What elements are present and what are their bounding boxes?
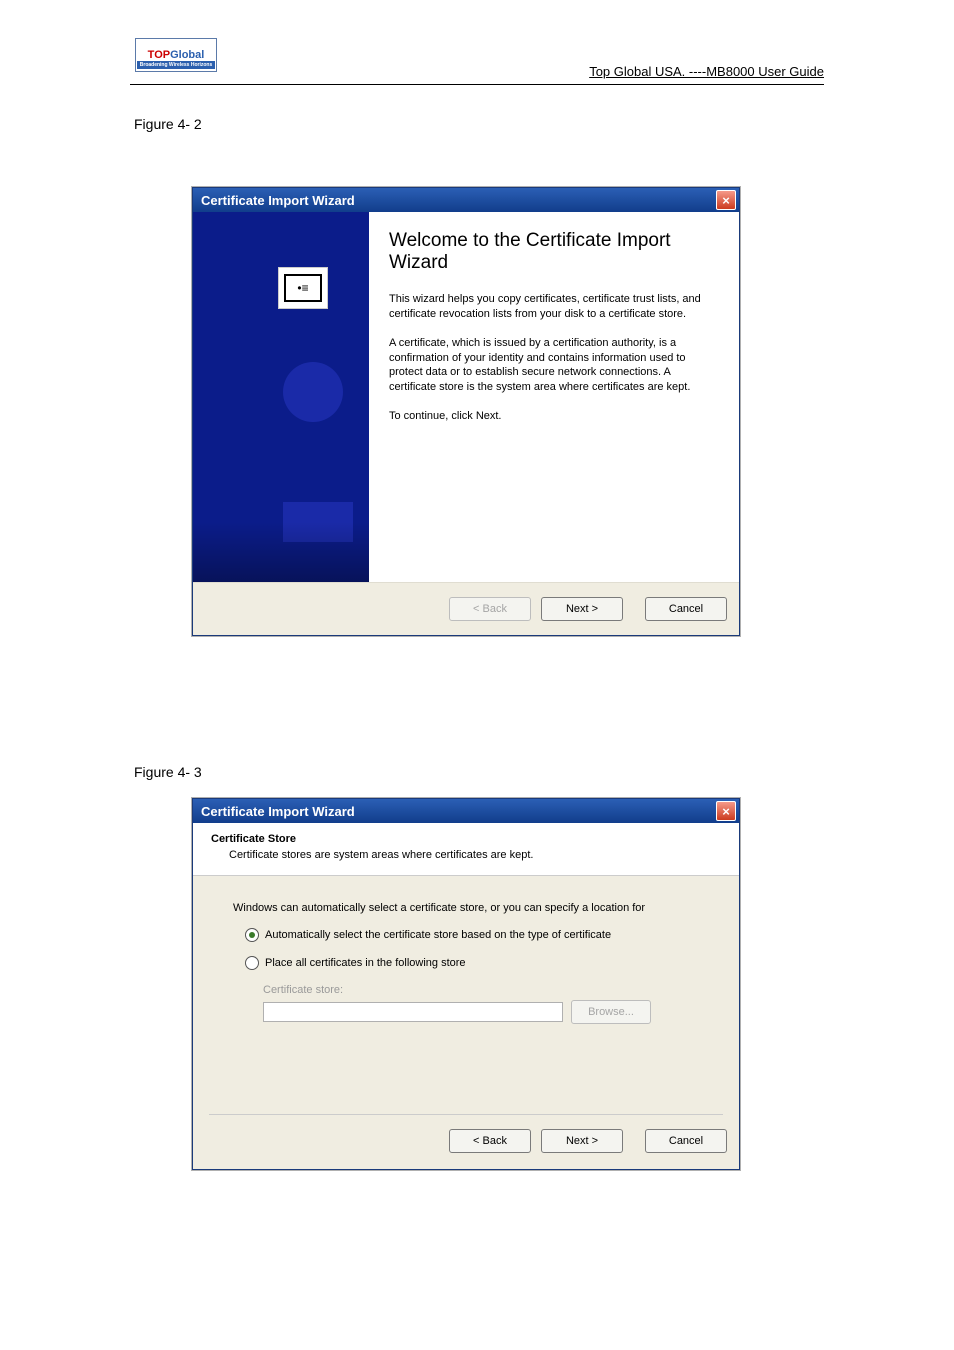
logo-top: TOP	[148, 49, 170, 61]
logo-tagline: Broadening Wireless Horizons	[137, 61, 215, 69]
section-title: Certificate Store	[211, 833, 721, 845]
welcome-p2: A certificate, which is issued by a cert…	[389, 336, 715, 395]
cert-store-label: Certificate store:	[263, 984, 699, 996]
radio-place-all[interactable]: Place all certificates in the following …	[245, 956, 699, 970]
welcome-p3: To continue, click Next.	[389, 409, 715, 424]
cert-wizard-welcome-dialog: Certificate Import Wizard × •≡ Welcome t…	[192, 187, 740, 636]
store-intro-text: Windows can automatically select a certi…	[233, 902, 699, 914]
close-icon: ×	[722, 805, 730, 818]
logo: TOPGlobal Broadening Wireless Horizons	[135, 38, 217, 72]
radio-icon-unselected	[245, 956, 259, 970]
cert-wizard-store-dialog: Certificate Import Wizard × Certificate …	[192, 798, 740, 1170]
browse-button: Browse...	[571, 1000, 651, 1024]
back-button: < Back	[449, 597, 531, 621]
titlebar-text: Certificate Import Wizard	[201, 193, 355, 208]
section-desc: Certificate stores are system areas wher…	[229, 849, 721, 861]
radio-auto-label: Automatically select the certificate sto…	[265, 929, 611, 941]
cert-store-input	[263, 1002, 563, 1022]
next-button[interactable]: Next >	[541, 1129, 623, 1153]
cancel-button[interactable]: Cancel	[645, 1129, 727, 1153]
radio-auto-select[interactable]: Automatically select the certificate sto…	[245, 928, 699, 942]
figure-label-4-2: Figure 4- 2	[134, 116, 202, 132]
radio-place-label: Place all certificates in the following …	[265, 957, 466, 969]
titlebar: Certificate Import Wizard ×	[193, 188, 739, 212]
wizard-banner: •≡	[193, 212, 369, 582]
back-button[interactable]: < Back	[449, 1129, 531, 1153]
next-button[interactable]: Next >	[541, 597, 623, 621]
figure-label-4-3: Figure 4- 3	[134, 764, 202, 780]
cancel-button[interactable]: Cancel	[645, 597, 727, 621]
close-button[interactable]: ×	[716, 190, 736, 210]
certificate-icon: •≡	[278, 267, 328, 309]
logo-global: Global	[170, 49, 204, 61]
welcome-p1: This wizard helps you copy certificates,…	[389, 292, 715, 322]
header-rule	[130, 84, 824, 85]
close-icon: ×	[722, 194, 730, 207]
titlebar: Certificate Import Wizard ×	[193, 799, 739, 823]
close-button[interactable]: ×	[716, 801, 736, 821]
welcome-heading: Welcome to the Certificate Import Wizard	[389, 230, 715, 274]
header-right-text: Top Global USA. ----MB8000 User Guide	[589, 64, 824, 79]
radio-icon-selected	[245, 928, 259, 942]
titlebar-text: Certificate Import Wizard	[201, 804, 355, 819]
